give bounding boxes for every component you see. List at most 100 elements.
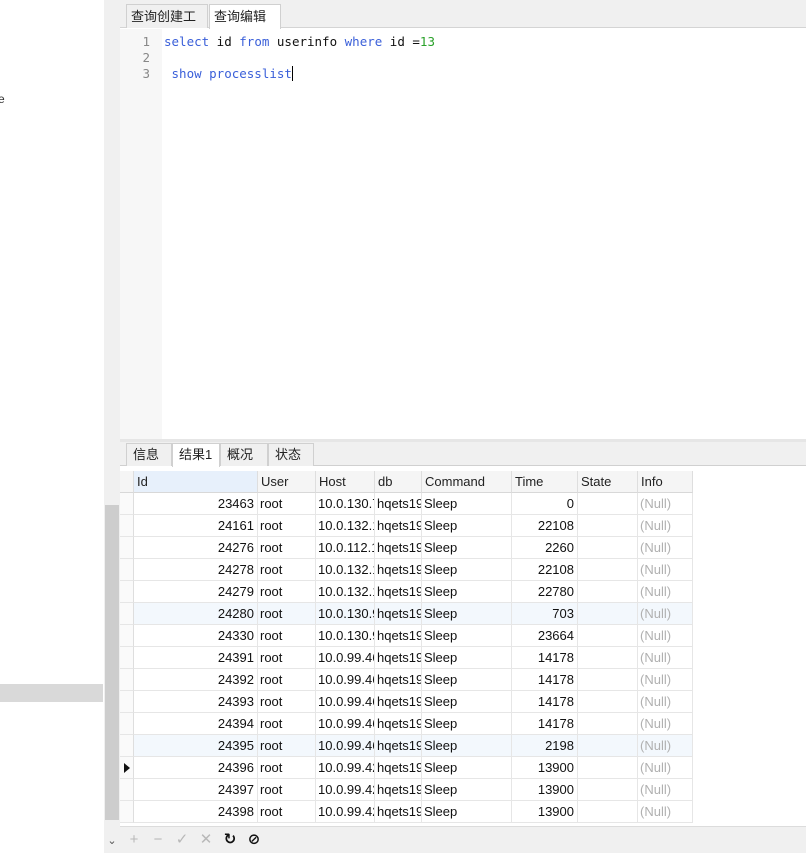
cell-info[interactable]: (Null) [638, 515, 693, 537]
row-selector[interactable] [120, 779, 134, 801]
apply-changes-icon[interactable]: ✓ [172, 830, 192, 850]
add-record-icon[interactable]: + [124, 830, 144, 850]
cell-time[interactable]: 22108 [512, 559, 578, 581]
cell-id[interactable]: 24280 [134, 603, 258, 625]
cell-state[interactable] [578, 779, 638, 801]
cell-user[interactable]: root [258, 801, 316, 823]
cell-db[interactable]: hqets19 [375, 779, 422, 801]
cell-command[interactable]: Sleep [422, 735, 512, 757]
delete-record-icon[interactable]: − [148, 830, 168, 850]
column-header-state[interactable]: State [578, 471, 638, 493]
cell-db[interactable]: hqets19 [375, 757, 422, 779]
cell-db[interactable]: hqets19 [375, 493, 422, 515]
cell-state[interactable] [578, 559, 638, 581]
cell-time[interactable]: 14178 [512, 713, 578, 735]
tab-result1[interactable]: 结果1 [172, 443, 220, 467]
cell-user[interactable]: root [258, 559, 316, 581]
column-header-time[interactable]: Time [512, 471, 578, 493]
cell-state[interactable] [578, 625, 638, 647]
cell-host[interactable]: 10.0.130.7 [316, 493, 375, 515]
cell-time[interactable]: 14178 [512, 691, 578, 713]
cell-state[interactable] [578, 735, 638, 757]
cell-time[interactable]: 23664 [512, 625, 578, 647]
cell-user[interactable]: root [258, 537, 316, 559]
table-row[interactable]: 24278 root 10.0.132.1 hqets19 Sleep 22108 (Nul… [120, 559, 693, 581]
cell-info[interactable]: (Null) [638, 713, 693, 735]
cell-db[interactable]: hqets19 [375, 669, 422, 691]
cell-state[interactable] [578, 691, 638, 713]
cell-host[interactable]: 10.0.132.1 [316, 559, 375, 581]
row-selector[interactable] [120, 493, 134, 515]
cell-info[interactable]: (Null) [638, 669, 693, 691]
row-selector[interactable] [120, 735, 134, 757]
cell-host[interactable]: 10.0.99.46 [316, 713, 375, 735]
cell-info[interactable]: (Null) [638, 801, 693, 823]
cell-time[interactable]: 14178 [512, 647, 578, 669]
cell-state[interactable] [578, 801, 638, 823]
column-header-id[interactable]: Id [134, 471, 258, 493]
cell-info[interactable]: (Null) [638, 603, 693, 625]
cell-db[interactable]: hqets19 [375, 603, 422, 625]
row-selector[interactable] [120, 757, 134, 779]
table-row[interactable]: 24330 root 10.0.130.9 hqets19 Sleep 23664 (Nul… [120, 625, 693, 647]
table-row[interactable]: 24398 root 10.0.99.42 hqets19 Sleep 13900 (Nul… [120, 801, 693, 823]
cell-user[interactable]: root [258, 625, 316, 647]
refresh-icon[interactable]: ↻ [220, 830, 240, 850]
cell-db[interactable]: hqets19 [375, 801, 422, 823]
cell-user[interactable]: root [258, 493, 316, 515]
cell-time[interactable]: 703 [512, 603, 578, 625]
cell-command[interactable]: Sleep [422, 669, 512, 691]
cell-user[interactable]: root [258, 669, 316, 691]
table-row[interactable]: 24394 root 10.0.99.46 hqets19 Sleep 14178 (Nul… [120, 713, 693, 735]
cell-info[interactable]: (Null) [638, 537, 693, 559]
tab-overview[interactable]: 概况 [220, 443, 268, 466]
cell-time[interactable]: 2260 [512, 537, 578, 559]
cell-command[interactable]: Sleep [422, 713, 512, 735]
cell-host[interactable]: 10.0.99.42 [316, 779, 375, 801]
table-row[interactable]: 24395 root 10.0.99.46 hqets19 Sleep 2198 (Null… [120, 735, 693, 757]
cell-id[interactable]: 24398 [134, 801, 258, 823]
column-header-info[interactable]: Info [638, 471, 693, 493]
row-selector[interactable] [120, 515, 134, 537]
column-header-user[interactable]: User [258, 471, 316, 493]
cell-info[interactable]: (Null) [638, 647, 693, 669]
cell-command[interactable]: Sleep [422, 603, 512, 625]
code-line[interactable]: 3 show processlist [120, 66, 806, 82]
cell-id[interactable]: 24161 [134, 515, 258, 537]
cell-time[interactable]: 13900 [512, 801, 578, 823]
cell-host[interactable]: 10.0.99.42 [316, 757, 375, 779]
table-row[interactable]: 23463 root 10.0.130.7 hqets19 Sleep 0 (Null) [120, 493, 693, 515]
left-pane-scrollbar-thumb[interactable] [105, 505, 119, 820]
table-row[interactable]: 24391 root 10.0.99.46 hqets19 Sleep 14178 (Nul… [120, 647, 693, 669]
cell-info[interactable]: (Null) [638, 581, 693, 603]
cell-state[interactable] [578, 713, 638, 735]
cell-state[interactable] [578, 669, 638, 691]
cell-id[interactable]: 24276 [134, 537, 258, 559]
table-row[interactable]: 24393 root 10.0.99.46 hqets19 Sleep 14178 (Nul… [120, 691, 693, 713]
cell-host[interactable]: 10.0.112.1 [316, 537, 375, 559]
cell-host[interactable]: 10.0.99.46 [316, 669, 375, 691]
cell-user[interactable]: root [258, 779, 316, 801]
code-line[interactable]: 2 [120, 50, 806, 66]
cell-command[interactable]: Sleep [422, 779, 512, 801]
cell-time[interactable]: 13900 [512, 757, 578, 779]
cell-state[interactable] [578, 603, 638, 625]
column-header-command[interactable]: Command [422, 471, 512, 493]
cell-host[interactable]: 10.0.99.42 [316, 801, 375, 823]
row-selector[interactable] [120, 647, 134, 669]
cell-host[interactable]: 10.0.130.9 [316, 603, 375, 625]
cell-id[interactable]: 24397 [134, 779, 258, 801]
cell-id[interactable]: 23463 [134, 493, 258, 515]
cell-db[interactable]: hqets19 [375, 691, 422, 713]
sql-editor[interactable]: 1 select id from userinfo where id =13 2 3 … [120, 29, 806, 439]
cell-state[interactable] [578, 537, 638, 559]
cell-command[interactable]: Sleep [422, 625, 512, 647]
tab-query-builder[interactable]: 查询创建工具 [126, 4, 208, 47]
row-selector[interactable] [120, 581, 134, 603]
cell-info[interactable]: (Null) [638, 493, 693, 515]
left-pane-selected-item[interactable] [0, 684, 103, 702]
cell-command[interactable]: Sleep [422, 493, 512, 515]
cell-info[interactable]: (Null) [638, 735, 693, 757]
tab-query-editor[interactable]: 查询编辑器 [209, 4, 281, 47]
cell-command[interactable]: Sleep [422, 647, 512, 669]
